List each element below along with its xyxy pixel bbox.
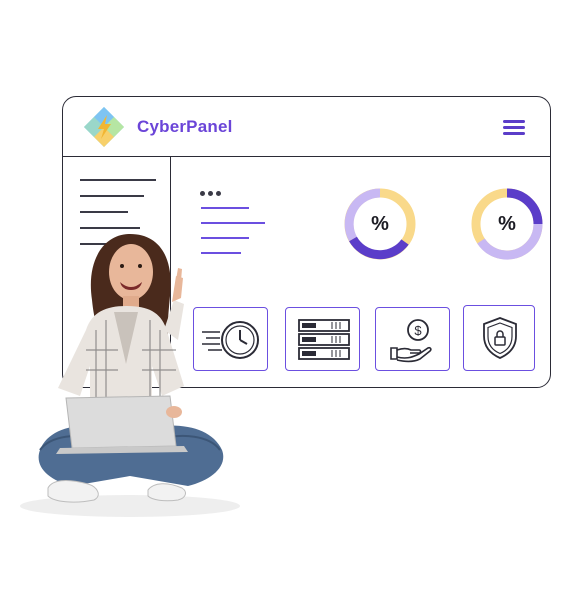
person-with-laptop-illustration [20,234,240,517]
